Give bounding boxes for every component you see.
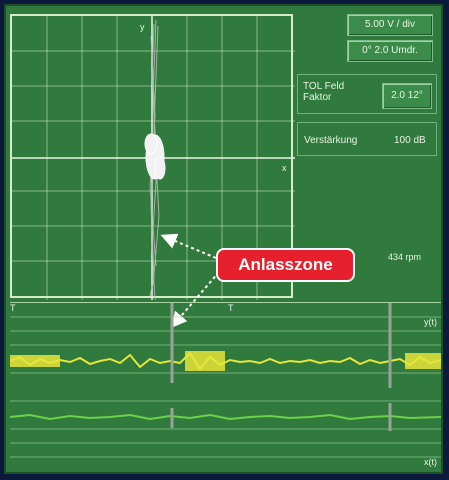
tol-panel: TOL Feld Faktor 2.0 12° xyxy=(297,74,437,114)
rotation-button[interactable]: 0° 2.0 Umdr. xyxy=(347,40,433,62)
xt-label: x(t) xyxy=(424,457,437,467)
time-traces: T T y(t) x(t) xyxy=(10,302,441,471)
time-axis-left-label: T xyxy=(10,303,16,313)
gain-label: Verstärkung xyxy=(304,135,358,146)
gain-panel: Verstärkung 100 dB xyxy=(297,122,437,156)
anlasszone-callout: Anlasszone xyxy=(216,248,355,282)
tol-label: TOL Feld Faktor xyxy=(303,81,345,103)
orbit-x-label: x xyxy=(282,163,287,173)
time-traces-plot xyxy=(10,303,441,458)
yt-label: y(t) xyxy=(424,317,437,327)
gain-value: 100 dB xyxy=(394,135,426,146)
volts-per-div-button[interactable]: 5.00 V / div xyxy=(347,14,433,36)
time-axis-mid-label: T xyxy=(228,303,234,313)
tol-value-button[interactable]: 2.0 12° xyxy=(382,83,432,109)
orbit-y-label: y xyxy=(140,22,145,32)
oscilloscope-window: y x 5.00 V / div 0° 2.0 Umdr. TOL Feld F… xyxy=(4,4,443,474)
rpm-readout: 434 rpm xyxy=(388,252,422,262)
